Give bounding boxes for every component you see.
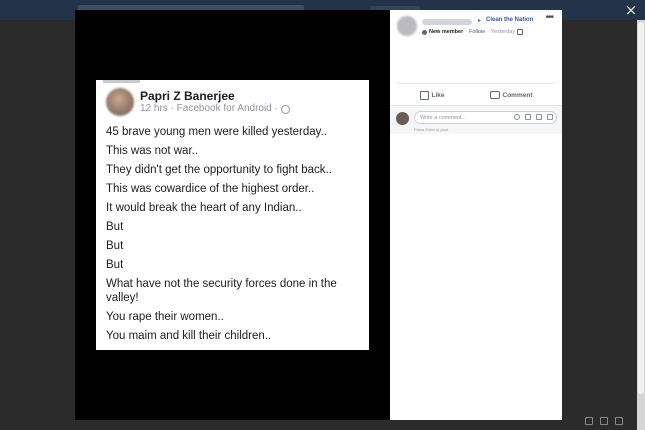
poster-avatar[interactable]	[397, 16, 417, 36]
arrow-right-icon: ▸	[478, 18, 482, 24]
comment-icon	[489, 91, 500, 99]
embedded-post-body: 45 brave young men were killed yesterday…	[106, 125, 364, 348]
post-line: You rape their women..	[106, 311, 224, 323]
more-options-icon[interactable]: •••	[545, 12, 553, 23]
like-button[interactable]: Like	[419, 88, 445, 102]
taskbar-icon-2[interactable]	[600, 417, 608, 425]
emoji-icon[interactable]	[514, 114, 520, 120]
embedded-author-name: Papri Z Banerjee	[140, 89, 235, 103]
globe-icon	[280, 104, 290, 114]
taskbar-icon-3[interactable]	[615, 417, 623, 425]
post-time[interactable]: Yesterday	[491, 29, 515, 35]
comment-label: Comment	[502, 91, 533, 99]
follow-link[interactable]: Follow	[469, 29, 485, 35]
post-header: ▸ Clean the Nation ••• New member · Foll…	[397, 12, 555, 44]
blurred-redaction	[103, 80, 140, 83]
sticker-icon[interactable]	[547, 114, 553, 120]
post-line: But	[106, 240, 124, 252]
post-line: This was cowardice of the highest order.…	[106, 183, 315, 195]
post-line: What have not the security forces done i…	[106, 278, 337, 304]
like-icon	[419, 90, 429, 100]
post-line: They didn't get the opportunity to fight…	[106, 164, 332, 176]
group-name-link[interactable]: Clean the Nation	[486, 17, 533, 23]
camera-icon[interactable]	[525, 114, 531, 120]
post-line: You maim and kill their children..	[106, 330, 272, 342]
bottom-right-icons	[585, 417, 623, 425]
post-line: But	[106, 221, 124, 233]
comment-hint: Press Enter to post.	[414, 127, 450, 132]
new-member-badge-icon	[422, 29, 427, 35]
page-scrollbar[interactable]	[637, 20, 645, 430]
post-actions: Like Comment	[397, 88, 555, 102]
post-line: It would break the heart of any Indian..	[106, 202, 302, 214]
post-side-panel: ▸ Clean the Nation ••• New member · Foll…	[390, 10, 562, 420]
post-line: 45 brave young men were killed yesterday…	[106, 126, 327, 138]
poster-name-redacted[interactable]	[422, 19, 472, 25]
taskbar-icon-1[interactable]	[585, 417, 593, 425]
gif-icon[interactable]	[536, 114, 542, 120]
comment-composer: Write a comment... Press Enter to post.	[390, 105, 562, 134]
post-subline: New member · Follow · Yesterday	[422, 29, 524, 35]
post-line: This was not war..	[106, 145, 199, 157]
divider	[397, 83, 555, 84]
embedded-post-meta: 12 hrs · Facebook for Android ·	[140, 103, 278, 114]
comment-button[interactable]: Comment	[489, 88, 533, 102]
separator-dot: ·	[487, 29, 489, 35]
separator-dot: ·	[465, 29, 468, 35]
post-line: But	[106, 259, 124, 271]
audience-group-icon	[517, 29, 524, 35]
scrollbar-thumb[interactable]	[638, 22, 644, 394]
post-screenshot-image: Papri Z Banerjee 12 hrs · Facebook for A…	[96, 80, 369, 350]
viewer-avatar	[396, 112, 409, 125]
new-member-label: New member	[429, 29, 464, 35]
embedded-author-avatar	[106, 88, 134, 116]
close-icon[interactable]: ×	[623, 2, 639, 18]
like-label: Like	[431, 91, 445, 99]
comment-tools	[514, 114, 553, 120]
embedded-post-header: Papri Z Banerjee 12 hrs · Facebook for A…	[106, 88, 290, 116]
